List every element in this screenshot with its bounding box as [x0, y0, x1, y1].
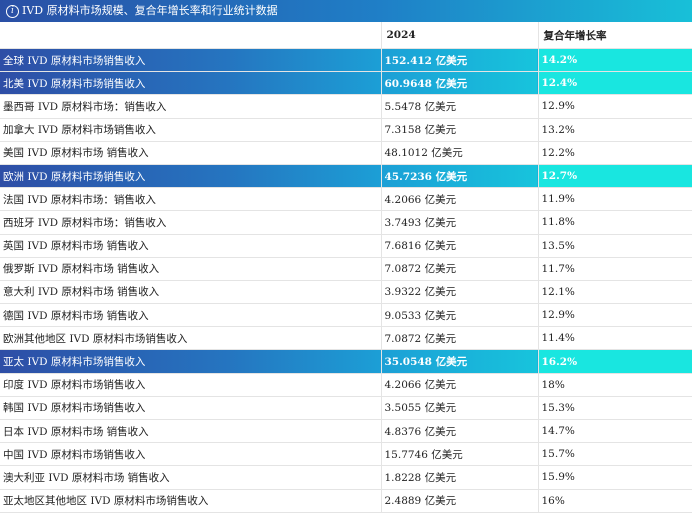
row-region: 北美 IVD 原材料市场销售收入 [0, 71, 381, 96]
row-region: 法国 IVD 原材料市场：销售收入 [0, 187, 381, 212]
row-value: 3.5055 亿美元 [380, 396, 538, 421]
header-year: 2024 [380, 22, 538, 49]
table-row: 西班牙 IVD 原材料市场：销售收入 3.7493 亿美元 11.8% [0, 210, 692, 235]
row-value: 152.412 亿美元 [380, 48, 538, 73]
info-icon: i [6, 4, 19, 18]
page-title: IVD 原材料市场规模、复合年增长率和行业统计数据 [22, 4, 278, 17]
row-region: 印度 IVD 原材料市场销售收入 [0, 373, 381, 397]
table-row: 印度 IVD 原材料市场销售收入 4.2066 亿美元 18% [0, 373, 692, 397]
table-row: 美国 IVD 原材料市场 销售收入 48.1012 亿美元 12.2% [0, 141, 692, 165]
row-region: 欧洲其他地区 IVD 原材料市场销售收入 [0, 326, 381, 351]
row-region: 墨西哥 IVD 原材料市场：销售收入 [0, 94, 381, 119]
row-value: 35.0548 亿美元 [380, 349, 538, 374]
row-cagr: 15.3% [537, 396, 692, 421]
table-row: 墨西哥 IVD 原材料市场：销售收入 5.5478 亿美元 12.9% [0, 94, 692, 119]
table-row: 欧洲 IVD 原材料市场销售收入 45.7236 亿美元 12.7% [0, 164, 692, 189]
row-value: 7.3158 亿美元 [380, 118, 538, 142]
row-cagr: 12.9% [537, 303, 692, 328]
row-cagr: 13.2% [537, 118, 692, 142]
row-region: 欧洲 IVD 原材料市场销售收入 [0, 164, 381, 189]
row-value: 7.0872 亿美元 [380, 326, 538, 351]
row-value: 60.9648 亿美元 [380, 71, 538, 96]
row-value: 7.6816 亿美元 [380, 234, 538, 258]
table-row: 北美 IVD 原材料市场销售收入 60.9648 亿美元 12.4% [0, 71, 692, 96]
row-cagr: 12.2% [537, 141, 692, 165]
row-value: 1.8228 亿美元 [380, 465, 538, 490]
row-region: 加拿大 IVD 原材料市场销售收入 [0, 118, 381, 142]
row-region: 德国 IVD 原材料市场 销售收入 [0, 303, 381, 328]
row-cagr: 12.9% [537, 94, 692, 119]
table-row: 加拿大 IVD 原材料市场销售收入 7.3158 亿美元 13.2% [0, 118, 692, 142]
table-row: 欧洲其他地区 IVD 原材料市场销售收入 7.0872 亿美元 11.4% [0, 326, 692, 351]
row-cagr: 18% [537, 373, 692, 397]
row-cagr: 11.4% [537, 326, 692, 351]
row-region: 俄罗斯 IVD 原材料市场 销售收入 [0, 257, 381, 281]
row-cagr: 12.1% [537, 280, 692, 305]
table-row: 法国 IVD 原材料市场：销售收入 4.2066 亿美元 11.9% [0, 187, 692, 212]
row-region: 中国 IVD 原材料市场销售收入 [0, 442, 381, 467]
row-value: 9.0533 亿美元 [380, 303, 538, 328]
row-region: 澳大利亚 IVD 原材料市场 销售收入 [0, 465, 381, 490]
row-region: 美国 IVD 原材料市场 销售收入 [0, 141, 381, 165]
row-region: 日本 IVD 原材料市场 销售收入 [0, 419, 381, 444]
row-value: 7.0872 亿美元 [380, 257, 538, 281]
title-bar: i IVD 原材料市场规模、复合年增长率和行业统计数据 [0, 0, 692, 22]
row-value: 3.9322 亿美元 [380, 280, 538, 305]
row-cagr: 11.9% [537, 187, 692, 212]
table-row: 亚太 IVD 原材料市场销售收入 35.0548 亿美元 16.2% [0, 349, 692, 374]
row-cagr: 15.7% [537, 442, 692, 467]
table-row: 澳大利亚 IVD 原材料市场 销售收入 1.8228 亿美元 15.9% [0, 465, 692, 490]
row-cagr: 12.4% [537, 71, 692, 96]
row-value: 5.5478 亿美元 [380, 94, 538, 119]
table-header-row: 2024 复合年增长率 [0, 22, 692, 49]
row-cagr: 15.9% [537, 465, 692, 490]
table-row: 日本 IVD 原材料市场 销售收入 4.8376 亿美元 14.7% [0, 419, 692, 444]
row-value: 15.7746 亿美元 [380, 442, 538, 467]
table-row: 德国 IVD 原材料市场 销售收入 9.0533 亿美元 12.9% [0, 303, 692, 328]
row-value: 45.7236 亿美元 [380, 164, 538, 189]
row-value: 4.2066 亿美元 [380, 187, 538, 212]
row-cagr: 13.5% [537, 234, 692, 258]
row-region: 西班牙 IVD 原材料市场：销售收入 [0, 210, 381, 235]
row-value: 2.4889 亿美元 [380, 489, 538, 513]
row-value: 3.7493 亿美元 [380, 210, 538, 235]
row-value: 4.8376 亿美元 [380, 419, 538, 444]
row-cagr: 14.2% [537, 48, 692, 73]
row-region: 全球 IVD 原材料市场销售收入 [0, 48, 381, 73]
row-cagr: 12.7% [537, 164, 692, 189]
row-cagr: 16% [537, 489, 692, 513]
header-region [0, 22, 381, 49]
row-region: 韩国 IVD 原材料市场销售收入 [0, 396, 381, 421]
table-row: 中国 IVD 原材料市场销售收入 15.7746 亿美元 15.7% [0, 442, 692, 467]
row-region: 英国 IVD 原材料市场 销售收入 [0, 234, 381, 258]
stats-table: 2024 复合年增长率 全球 IVD 原材料市场销售收入 152.412 亿美元 1… [0, 22, 692, 513]
row-cagr: 11.8% [537, 210, 692, 235]
table-row: 意大利 IVD 原材料市场 销售收入 3.9322 亿美元 12.1% [0, 280, 692, 305]
table-row: 全球 IVD 原材料市场销售收入 152.412 亿美元 14.2% [0, 48, 692, 73]
table-row: 俄罗斯 IVD 原材料市场 销售收入 7.0872 亿美元 11.7% [0, 257, 692, 281]
header-cagr: 复合年增长率 [537, 22, 692, 49]
table-row: 韩国 IVD 原材料市场销售收入 3.5055 亿美元 15.3% [0, 396, 692, 421]
row-region: 意大利 IVD 原材料市场 销售收入 [0, 280, 381, 305]
table-row: 英国 IVD 原材料市场 销售收入 7.6816 亿美元 13.5% [0, 234, 692, 258]
table-row: 亚太地区其他地区 IVD 原材料市场销售收入 2.4889 亿美元 16% [0, 489, 692, 513]
table-body: 全球 IVD 原材料市场销售收入 152.412 亿美元 14.2% 北美 IVD 原… [0, 48, 692, 513]
row-region: 亚太地区其他地区 IVD 原材料市场销售收入 [0, 489, 381, 513]
row-region: 亚太 IVD 原材料市场销售收入 [0, 349, 381, 374]
row-cagr: 16.2% [537, 349, 692, 374]
row-cagr: 14.7% [537, 419, 692, 444]
row-value: 48.1012 亿美元 [380, 141, 538, 165]
row-cagr: 11.7% [537, 257, 692, 281]
row-value: 4.2066 亿美元 [380, 373, 538, 397]
